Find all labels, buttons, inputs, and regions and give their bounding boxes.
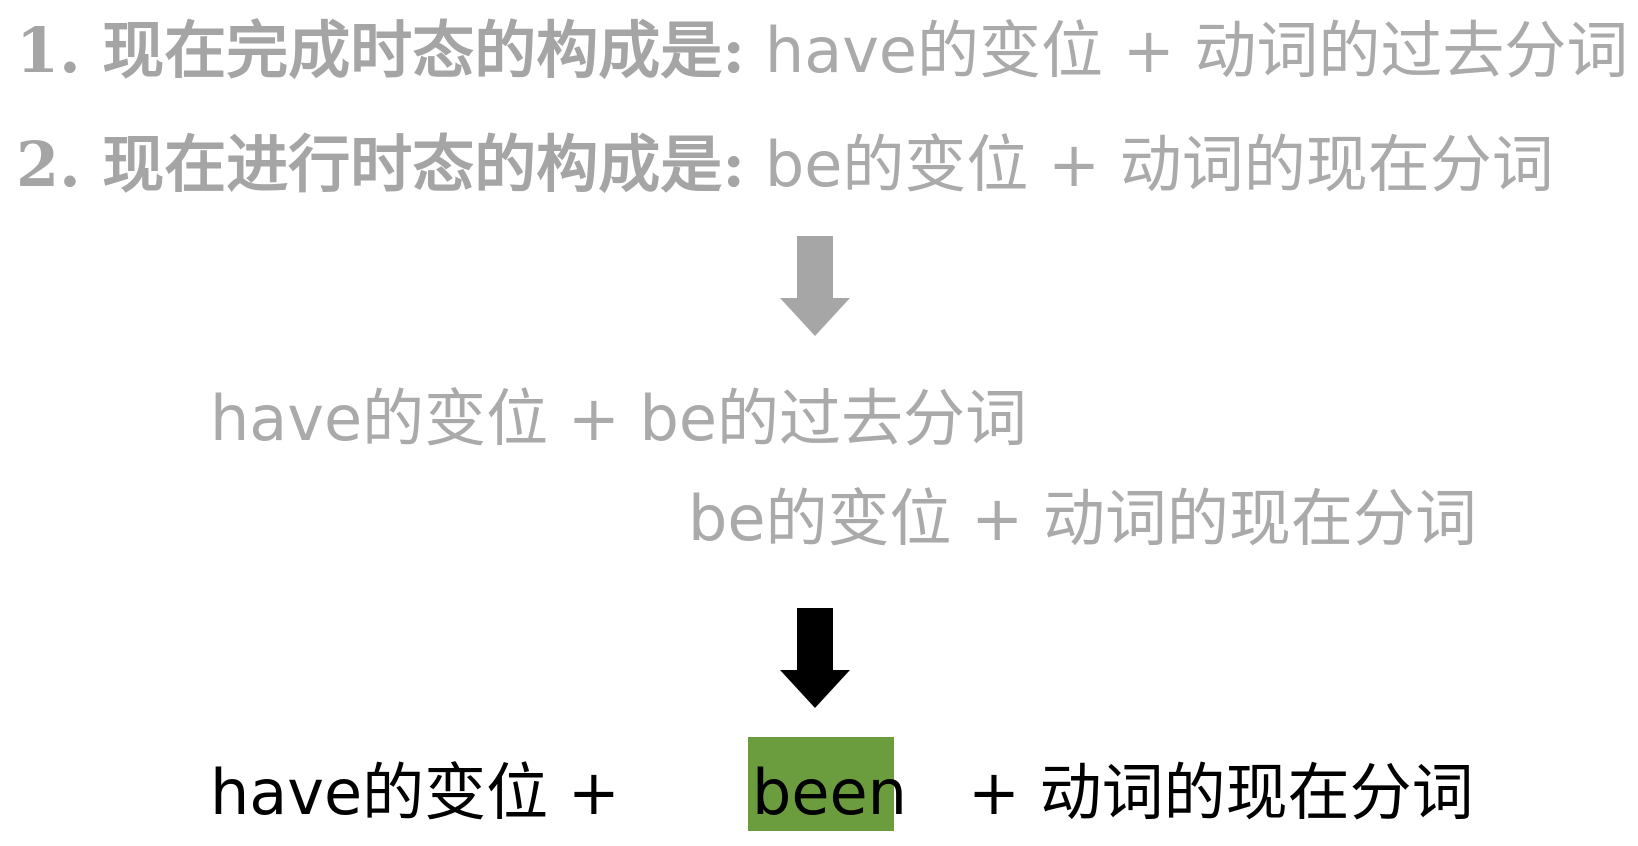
rule-content: have的变位 + 动词的过去分词 bbox=[745, 14, 1629, 87]
down-arrow-icon bbox=[780, 608, 850, 708]
rule-present-perfect: 1. 现在完成时态的构成是: have的变位 + 动词的过去分词 bbox=[16, 20, 1628, 82]
derivation-be-verb: be的变位 + 动词的现在分词 bbox=[688, 482, 1477, 555]
rule-label: 1. 现在完成时态的构成是: bbox=[16, 14, 746, 87]
down-arrow-icon bbox=[780, 236, 850, 336]
rule-present-progressive: 2. 现在进行时态的构成是: be的变位 + 动词的现在分词 bbox=[16, 134, 1554, 196]
rule-label: 2. 现在进行时态的构成是: bbox=[16, 128, 746, 201]
derivation-have-be: have的变位 + be的过去分词 bbox=[210, 382, 1027, 455]
highlight-been: been bbox=[752, 756, 907, 829]
result-left: have的变位 + bbox=[210, 756, 620, 829]
rule-content: be的变位 + 动词的现在分词 bbox=[745, 128, 1554, 201]
result-right: + 动词的现在分词 bbox=[968, 756, 1474, 829]
